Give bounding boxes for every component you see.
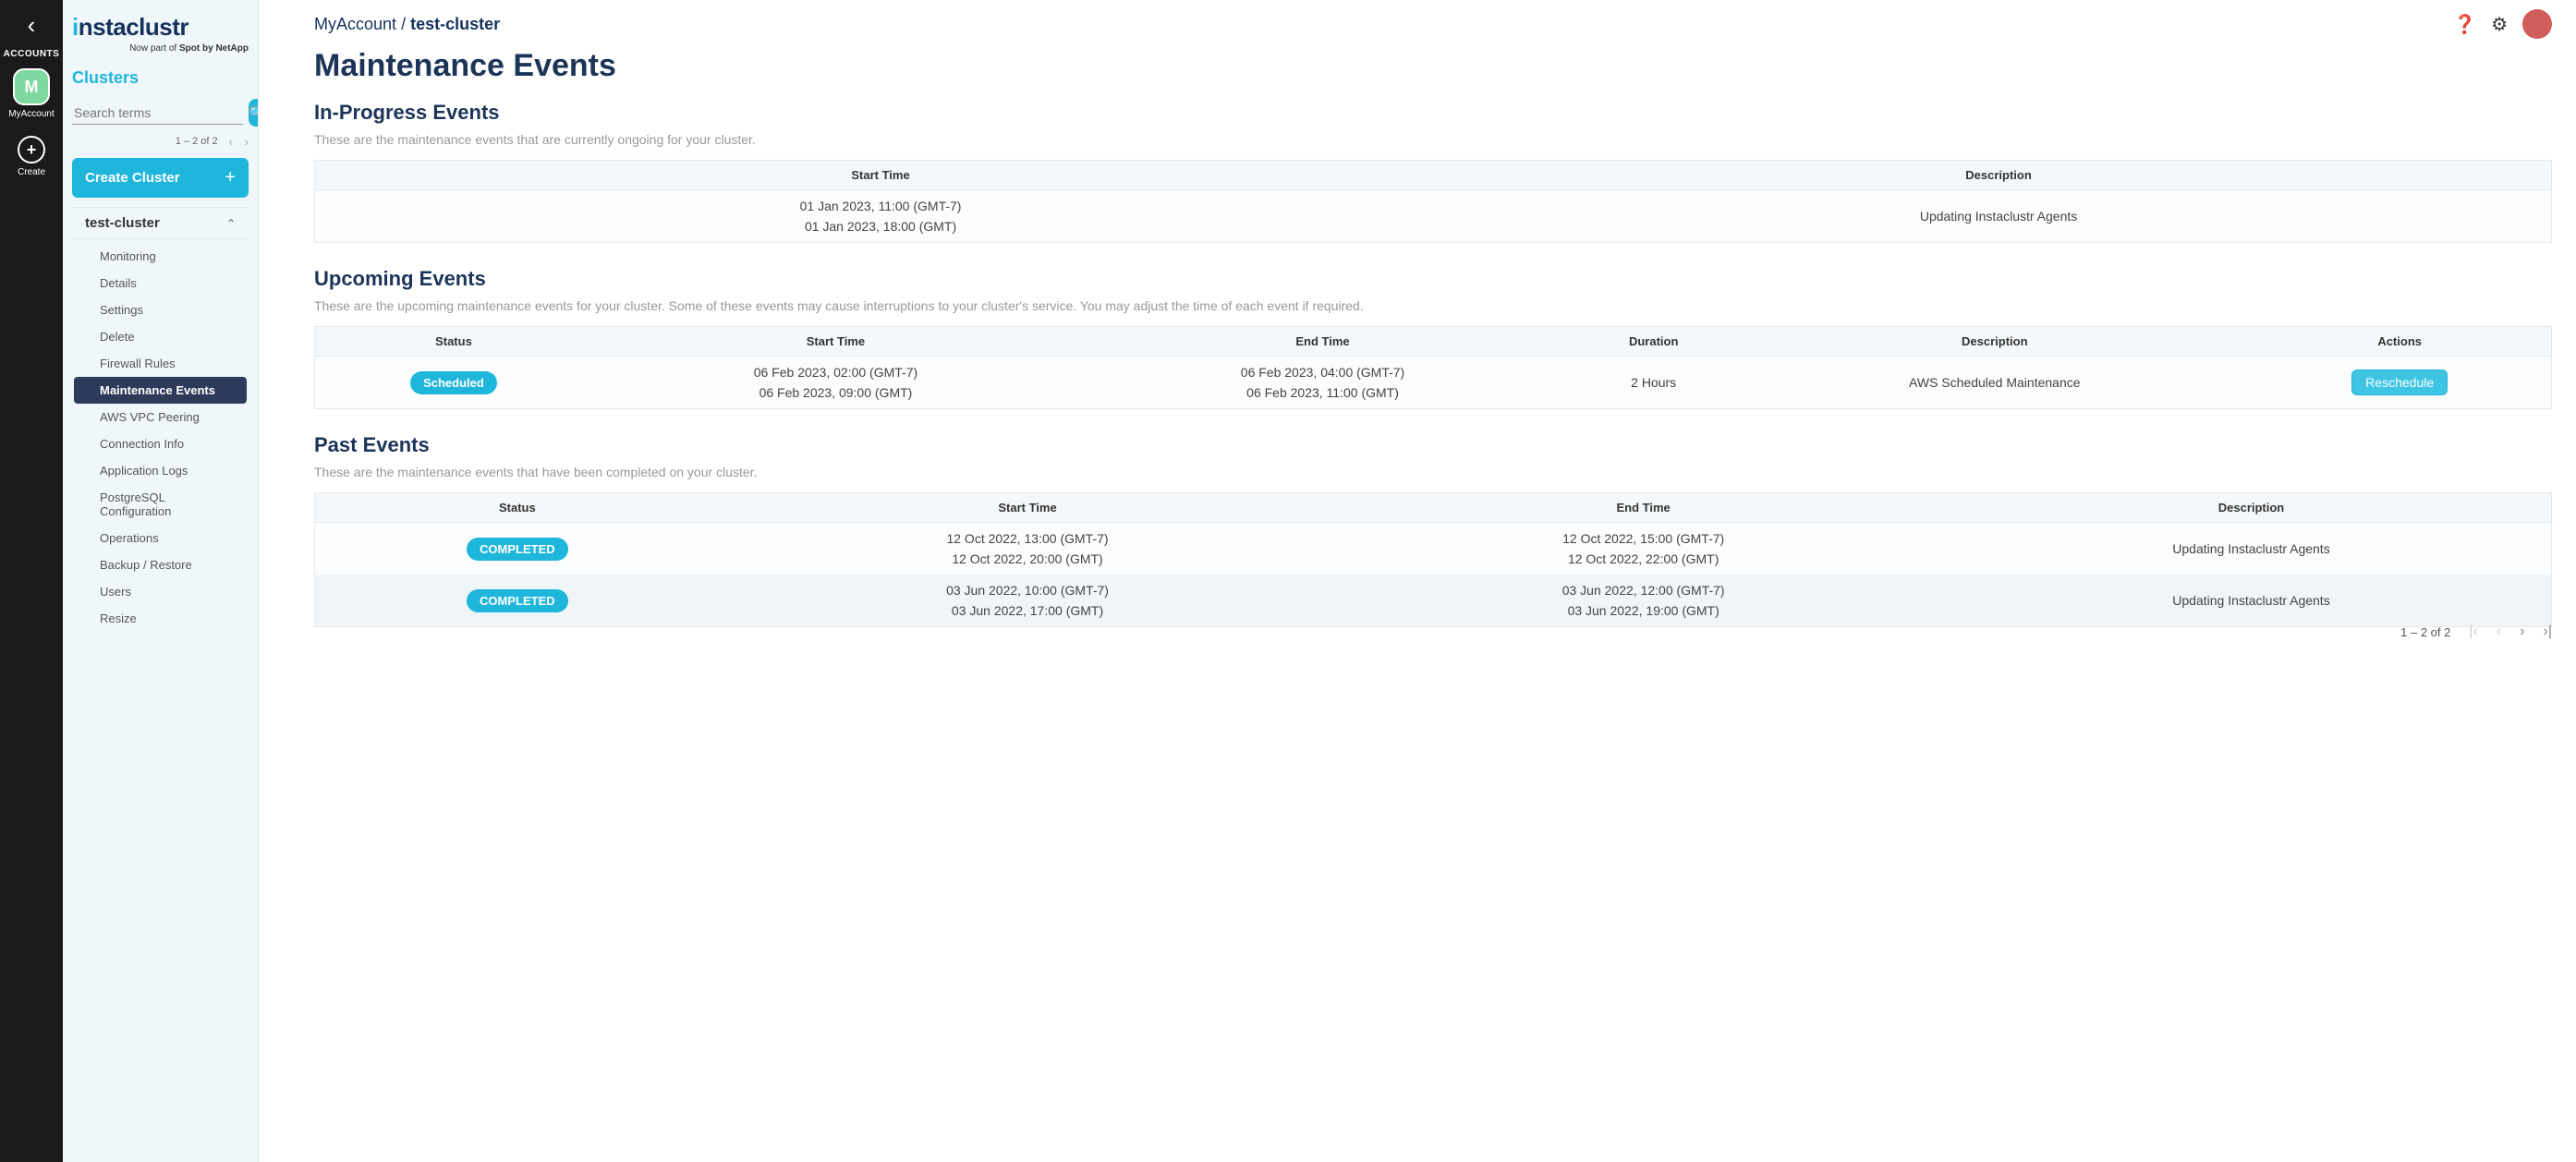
sidebar-item-firewall-rules[interactable]: Firewall Rules (74, 350, 247, 377)
table-row: COMPLETED 03 Jun 2022, 10:00 (GMT-7)03 Ju… (315, 575, 2552, 627)
past-heading: Past Events (314, 433, 2552, 457)
col-description: Description (1741, 327, 2248, 357)
main-content: MyAccount / test-cluster ❓ ⚙ Maintenance… (259, 0, 2576, 1162)
cell-description: Updating Instaclustr Agents (1951, 575, 2552, 627)
col-end-time: End Time (1335, 493, 1951, 523)
cell-duration: 2 Hours (1566, 357, 1741, 409)
search-input[interactable] (72, 102, 243, 125)
page-title: Maintenance Events (314, 48, 2552, 84)
past-table-pager: 1 – 2 of 2 |‹ ‹ › ›| (314, 623, 2552, 640)
create-account-icon[interactable]: + (18, 136, 45, 163)
search-icon: 🔍 (249, 105, 259, 121)
breadcrumb: MyAccount / test-cluster (314, 15, 500, 34)
cell-start-time: 06 Feb 2023, 02:00 (GMT-7)06 Feb 2023, 0… (592, 357, 1079, 409)
status-badge: COMPLETED (467, 538, 568, 561)
col-start-time: Start Time (592, 327, 1079, 357)
pager-last-icon[interactable]: ›| (2544, 623, 2552, 640)
cell-end-time: 06 Feb 2023, 04:00 (GMT-7)06 Feb 2023, 1… (1079, 357, 1566, 409)
help-icon[interactable]: ❓ (2453, 13, 2476, 36)
pager-prev-icon[interactable]: ‹ (2497, 623, 2501, 640)
col-actions: Actions (2248, 327, 2551, 357)
cell-actions: Reschedule (2248, 357, 2551, 409)
logo: instaclustr (72, 13, 249, 42)
search-button[interactable]: 🔍 (249, 99, 259, 127)
plus-icon: + (225, 167, 236, 188)
gear-icon[interactable]: ⚙ (2491, 13, 2508, 36)
sidebar-title: Clusters (72, 68, 249, 88)
cell-status: COMPLETED (315, 523, 720, 575)
cell-description: Updating Instaclustr Agents (1446, 190, 2551, 243)
cell-status: Scheduled (315, 357, 592, 409)
create-cluster-button[interactable]: Create Cluster + (72, 158, 249, 198)
col-status: Status (315, 327, 592, 357)
cluster-name: test-cluster (85, 215, 160, 231)
sidebar-item-connection-info[interactable]: Connection Info (74, 430, 247, 457)
pager-range: 1 – 2 of 2 (2400, 625, 2450, 639)
back-icon[interactable]: ‹ (28, 11, 36, 40)
breadcrumb-cluster: test-cluster (410, 15, 500, 33)
sidebar-item-application-logs[interactable]: Application Logs (74, 457, 247, 484)
cell-start-time: 01 Jan 2023, 11:00 (GMT-7)01 Jan 2023, 1… (315, 190, 1447, 243)
account-avatar[interactable]: M (13, 68, 50, 105)
pager-next-icon[interactable]: › (2520, 623, 2524, 640)
upcoming-table: Status Start Time End Time Duration Desc… (314, 326, 2552, 409)
inprogress-desc: These are the maintenance events that ar… (314, 132, 2552, 147)
col-description: Description (1446, 161, 2551, 190)
inprogress-heading: In-Progress Events (314, 101, 2552, 125)
col-end-time: End Time (1079, 327, 1566, 357)
sidebar-item-delete[interactable]: Delete (74, 323, 247, 350)
sidebar-item-maintenance-events[interactable]: Maintenance Events (74, 377, 247, 404)
cell-end-time: 12 Oct 2022, 15:00 (GMT-7)12 Oct 2022, 2… (1335, 523, 1951, 575)
upcoming-desc: These are the upcoming maintenance event… (314, 298, 2552, 313)
past-desc: These are the maintenance events that ha… (314, 465, 2552, 479)
table-row: Scheduled 06 Feb 2023, 02:00 (GMT-7)06 Fe… (315, 357, 2552, 409)
account-rail: ‹ ACCOUNTS M MyAccount + Create (0, 0, 63, 1162)
sidebar-item-users[interactable]: Users (74, 578, 247, 605)
cell-start-time: 03 Jun 2022, 10:00 (GMT-7)03 Jun 2022, 1… (720, 575, 1336, 627)
col-status: Status (315, 493, 720, 523)
cluster-pager: 1 – 2 of 2 ‹ › (72, 134, 249, 149)
sidebar-item-resize[interactable]: Resize (74, 605, 247, 632)
accounts-label: ACCOUNTS (4, 49, 60, 59)
upcoming-heading: Upcoming Events (314, 267, 2552, 291)
status-badge: Scheduled (410, 371, 497, 394)
reschedule-button[interactable]: Reschedule (2351, 369, 2448, 395)
cell-description: AWS Scheduled Maintenance (1741, 357, 2248, 409)
sidebar-item-details[interactable]: Details (74, 270, 247, 297)
table-row: COMPLETED 12 Oct 2022, 13:00 (GMT-7)12 Oc… (315, 523, 2552, 575)
pager-prev-icon[interactable]: ‹ (229, 134, 234, 149)
status-badge: COMPLETED (467, 589, 568, 612)
cluster-toggle[interactable]: test-cluster ⌃ (72, 207, 249, 239)
inprogress-table: Start Time Description 01 Jan 2023, 11:0… (314, 160, 2552, 243)
col-start-time: Start Time (315, 161, 1447, 190)
breadcrumb-account[interactable]: MyAccount (314, 15, 396, 33)
sidebar-item-aws-vpc-peering[interactable]: AWS VPC Peering (74, 404, 247, 430)
logo-subtitle: Now part of Spot by NetApp (72, 43, 249, 54)
sidebar-item-postgresql-configuration[interactable]: PostgreSQL Configuration (74, 484, 247, 525)
pager-first-icon[interactable]: |‹ (2469, 623, 2477, 640)
past-table: Status Start Time End Time Description C… (314, 492, 2552, 627)
pager-next-icon[interactable]: › (244, 134, 249, 149)
user-avatar[interactable] (2522, 9, 2552, 39)
cell-end-time: 03 Jun 2022, 12:00 (GMT-7)03 Jun 2022, 1… (1335, 575, 1951, 627)
col-start-time: Start Time (720, 493, 1336, 523)
cluster-subitems: MonitoringDetailsSettingsDeleteFirewall … (72, 239, 249, 632)
account-name: MyAccount (8, 109, 54, 119)
col-description: Description (1951, 493, 2552, 523)
create-label: Create (18, 167, 45, 177)
col-duration: Duration (1566, 327, 1741, 357)
table-row: 01 Jan 2023, 11:00 (GMT-7)01 Jan 2023, 1… (315, 190, 2552, 243)
chevron-up-icon: ⌃ (226, 217, 236, 230)
pager-text: 1 – 2 of 2 (176, 136, 218, 147)
sidebar: instaclustr Now part of Spot by NetApp C… (63, 0, 259, 1162)
sidebar-item-operations[interactable]: Operations (74, 525, 247, 551)
create-cluster-label: Create Cluster (85, 170, 180, 186)
cell-status: COMPLETED (315, 575, 720, 627)
sidebar-item-monitoring[interactable]: Monitoring (74, 243, 247, 270)
cell-description: Updating Instaclustr Agents (1951, 523, 2552, 575)
sidebar-item-backup-restore[interactable]: Backup / Restore (74, 551, 247, 578)
sidebar-item-settings[interactable]: Settings (74, 297, 247, 323)
cell-start-time: 12 Oct 2022, 13:00 (GMT-7)12 Oct 2022, 2… (720, 523, 1336, 575)
